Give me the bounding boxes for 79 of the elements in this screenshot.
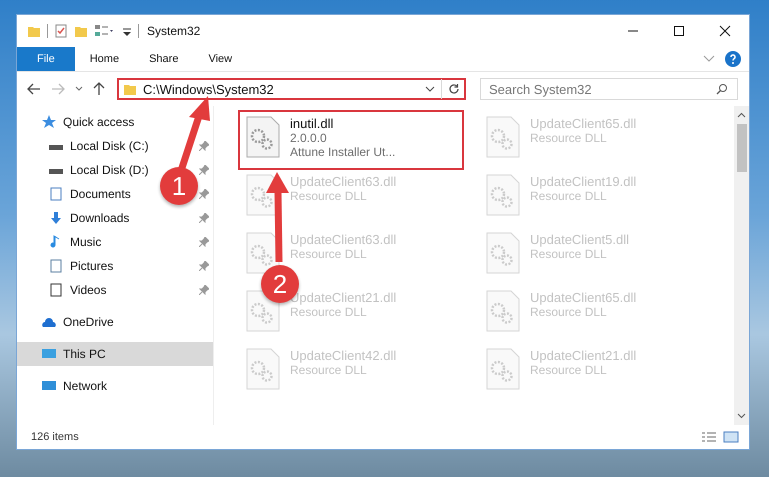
dll-file-icon [246,232,280,274]
sidebar-item[interactable]: Downloads [17,206,130,230]
sidebar-item[interactable]: Quick access [17,110,213,134]
chevron-down-icon[interactable] [425,86,435,92]
search-field[interactable]: Search System32 [480,78,738,100]
large-icons-view-icon[interactable] [723,431,739,443]
file-detail: Resource DLL [530,363,608,377]
sidebar-item[interactable]: OneDrive [17,310,213,334]
download-icon [48,211,64,225]
dll-file-icon [486,348,520,390]
file-name: UpdateClient63.dll [290,232,396,247]
file-name: UpdateClient65.dll [530,116,636,131]
folder-icon [123,82,137,96]
ribbon-tab[interactable]: Home [74,47,134,71]
pin-icon[interactable] [199,141,209,151]
dll-file-icon [486,116,520,158]
address-bar[interactable]: C:\Windows\System32 [117,78,466,100]
pin-icon[interactable] [199,213,209,223]
pin-icon[interactable] [199,237,209,247]
view-options-icon[interactable] [94,24,116,38]
sidebar-item[interactable]: Documents [17,182,131,206]
item-count: 126 items [31,431,79,443]
file-name: inutil.dll [290,116,334,131]
dll-file-icon [486,174,520,216]
file-detail: 2.0.0.0 [290,131,328,145]
close-icon[interactable] [719,25,731,37]
cloud-icon [41,315,57,329]
file-detail: Resource DLL [530,247,608,261]
ribbon-tab[interactable]: Share [134,47,194,71]
scroll-thumb[interactable] [736,124,746,172]
sidebar-item[interactable]: Network [17,374,213,398]
file-name: UpdateClient5.dll [530,232,630,247]
file-detail: Resource DLL [530,131,608,145]
file-detail: Resource DLL [290,247,368,261]
dll-file-icon [486,232,520,274]
file-name: UpdateClient63.dll [290,174,396,189]
details-view-icon[interactable] [701,431,717,443]
scroll-up-icon[interactable] [737,112,746,118]
file-name: UpdateClient65.dll [530,290,636,305]
document-icon [48,187,64,201]
sidebar-item[interactable]: Videos [17,278,106,302]
sidebar-item[interactable]: Pictures [17,254,114,278]
file-name: UpdateClient42.dll [290,348,396,363]
properties-icon[interactable] [54,24,68,38]
sidebar-item[interactable]: Local Disk (D:) [17,158,149,182]
network-icon [41,379,57,393]
dll-file-icon [246,348,280,390]
recent-dropdown-icon[interactable] [75,86,83,92]
pin-icon[interactable] [199,189,209,199]
star-icon [41,115,57,129]
file-detail: Resource DLL [290,189,368,203]
pin-icon[interactable] [199,261,209,271]
help-icon[interactable] [725,51,741,67]
computer-icon [41,347,57,361]
dll-file-icon [486,290,520,332]
file-detail: Resource DLL [530,305,608,319]
sidebar-item[interactable]: This PC [17,342,213,366]
pin-icon[interactable] [199,285,209,295]
file-detail: Attune Installer Ut... [290,145,396,159]
ribbon-tab[interactable]: File [17,47,75,71]
file-name: UpdateClient19.dll [530,174,636,189]
ribbon-tab[interactable]: View [193,47,248,71]
file-detail: Resource DLL [290,363,368,377]
sidebar-item[interactable]: Local Disk (C:) [17,134,149,158]
scrollbar[interactable] [734,106,749,425]
window-title: System32 [147,24,200,38]
sidebar-item[interactable]: Music [17,230,102,254]
pin-icon[interactable] [199,165,209,175]
back-arrow-icon[interactable] [27,83,41,95]
refresh-icon[interactable] [448,83,460,95]
video-icon [48,283,64,297]
maximize-icon[interactable] [673,25,685,37]
file-detail: Resource DLL [530,189,608,203]
file-name: UpdateClient21.dll [530,348,636,363]
scroll-down-icon[interactable] [737,413,746,419]
up-arrow-icon[interactable] [93,82,105,96]
file-detail: Resource DLL [290,305,368,319]
dll-file-icon [246,116,280,158]
picture-icon [48,259,64,273]
